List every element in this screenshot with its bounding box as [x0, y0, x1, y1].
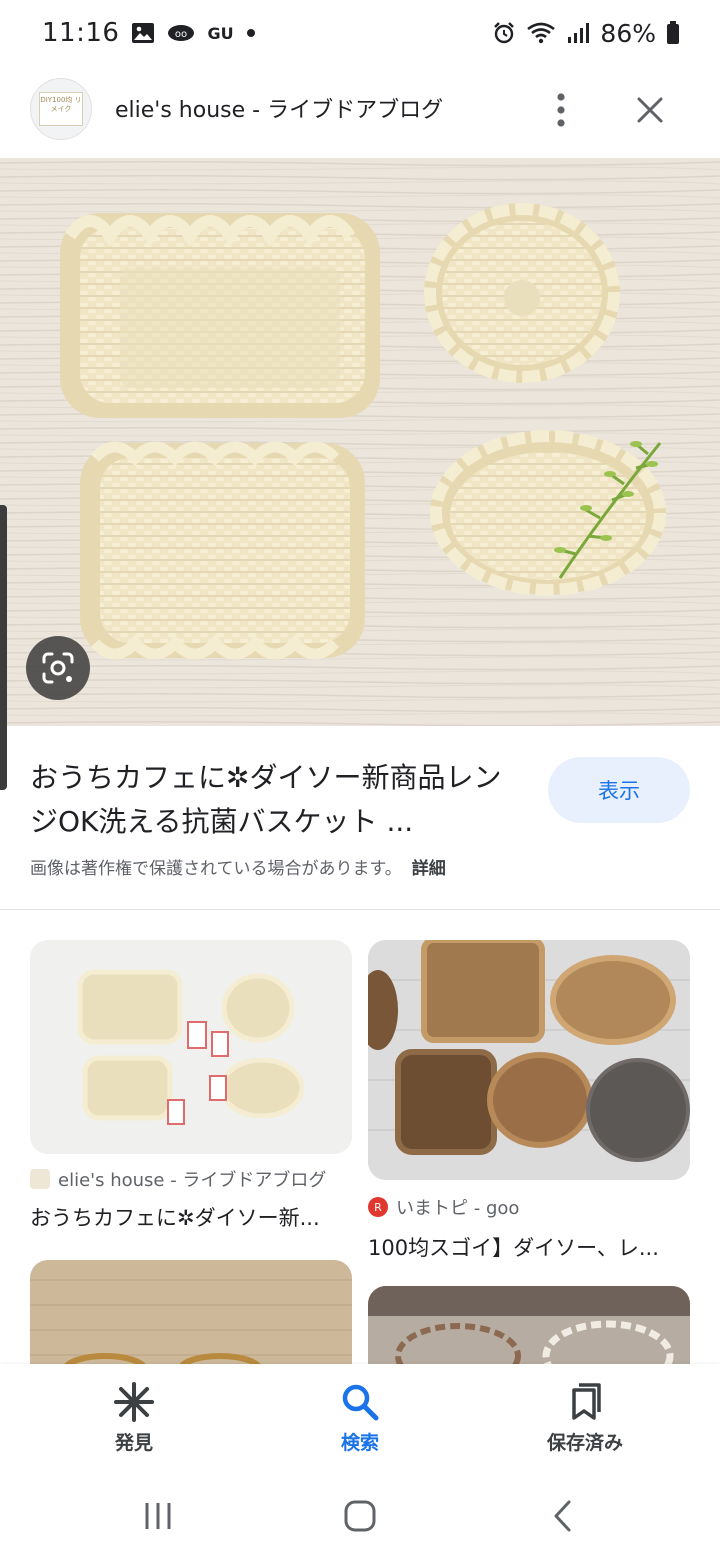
- result-title[interactable]: 100均スゴイ】ダイソー、レ...: [368, 1232, 690, 1262]
- lens-search-button[interactable]: [26, 636, 90, 700]
- home-icon: [344, 1500, 376, 1532]
- related-result-card[interactable]: R いまトピ - goo 100均スゴイ】ダイソー、レ...: [368, 940, 690, 1262]
- site-favicon-icon: R: [368, 1197, 388, 1217]
- recents-icon: [145, 1503, 171, 1529]
- system-navigation-bar: [0, 1468, 720, 1560]
- carrier-label: GU: [207, 23, 234, 43]
- copyright-text: 画像は著作権で保護されている場合があります。: [30, 859, 402, 879]
- result-thumbnail[interactable]: [30, 1260, 352, 1370]
- google-lens-icon: [42, 652, 74, 684]
- result-source: R いまトピ - goo: [368, 1194, 690, 1220]
- image-title-line1: おうちカフェに✲ダイソー新商品レン: [30, 761, 502, 794]
- close-icon: [637, 97, 663, 123]
- avatar-logo-text: DIY100均 リメイク: [39, 92, 83, 126]
- copyright-notice: 画像は著作権で保護されている場合があります。 詳細: [30, 854, 446, 879]
- back-chevron-icon: [554, 1500, 571, 1532]
- related-result-card[interactable]: [368, 1286, 690, 1370]
- source-header: DIY100均 リメイク elie's house - ライブドアブログ: [0, 66, 720, 156]
- result-source: elie's house - ライブドアブログ: [30, 1166, 352, 1192]
- signal-icon: [566, 22, 590, 44]
- status-time: 11:16: [42, 18, 120, 48]
- close-button[interactable]: [628, 88, 672, 132]
- home-button[interactable]: [340, 1496, 380, 1536]
- site-avatar[interactable]: DIY100均 リメイク: [30, 78, 92, 140]
- nav-search[interactable]: 検索: [290, 1382, 430, 1455]
- result-source-name: いまトピ - goo: [396, 1198, 520, 1219]
- visit-button[interactable]: 表示: [548, 757, 690, 823]
- more-options-button[interactable]: [544, 86, 578, 134]
- result-thumbnail[interactable]: [368, 1286, 690, 1370]
- status-bar: 11:16 oo GU 86%: [0, 0, 720, 66]
- search-icon: [342, 1384, 379, 1421]
- result-title[interactable]: おうちカフェに✲ダイソー新...: [30, 1202, 352, 1232]
- nav-saved-label: 保存済み: [546, 1432, 623, 1454]
- nav-saved[interactable]: 保存済み: [515, 1382, 655, 1455]
- wifi-icon: [526, 21, 556, 45]
- gallery-icon: [131, 22, 155, 44]
- site-title[interactable]: elie's house - ライブドアブログ: [115, 92, 443, 124]
- svg-text:oo: oo: [175, 29, 187, 40]
- collections-icon: [572, 1383, 601, 1420]
- image-title-line2: ジOK洗える抗菌バスケット ...: [30, 805, 414, 838]
- divider: [0, 909, 720, 910]
- preview-image[interactable]: [0, 158, 720, 726]
- notification-dot-icon: [246, 28, 256, 38]
- back-button[interactable]: [542, 1496, 582, 1536]
- app-notification-icon: oo: [167, 24, 195, 42]
- nav-discover-label: 発見: [114, 1432, 153, 1454]
- detail-link[interactable]: 詳細: [412, 859, 446, 879]
- related-result-card[interactable]: elie's house - ライブドアブログ おうちカフェに✲ダイソー新...: [30, 940, 352, 1232]
- bottom-navigation: 発見 検索 保存済み: [0, 1364, 720, 1468]
- site-favicon-icon: [30, 1169, 50, 1189]
- result-thumbnail[interactable]: [30, 940, 352, 1154]
- image-title: おうちカフェに✲ダイソー新商品レン ジOK洗える抗菌バスケット ...: [30, 756, 530, 844]
- nav-search-label: 検索: [340, 1432, 379, 1454]
- asterisk-icon: [114, 1382, 154, 1422]
- related-result-card[interactable]: [30, 1260, 352, 1370]
- result-source-name: elie's house - ライブドアブログ: [58, 1170, 327, 1191]
- more-vert-icon: [557, 93, 565, 127]
- edge-panel-handle[interactable]: [0, 505, 7, 790]
- result-thumbnail[interactable]: [368, 940, 690, 1180]
- battery-icon: [666, 21, 680, 45]
- battery-percent: 86%: [600, 18, 656, 48]
- nav-discover[interactable]: 発見: [64, 1382, 204, 1455]
- alarm-icon: [492, 21, 516, 45]
- recent-apps-button[interactable]: [138, 1496, 178, 1536]
